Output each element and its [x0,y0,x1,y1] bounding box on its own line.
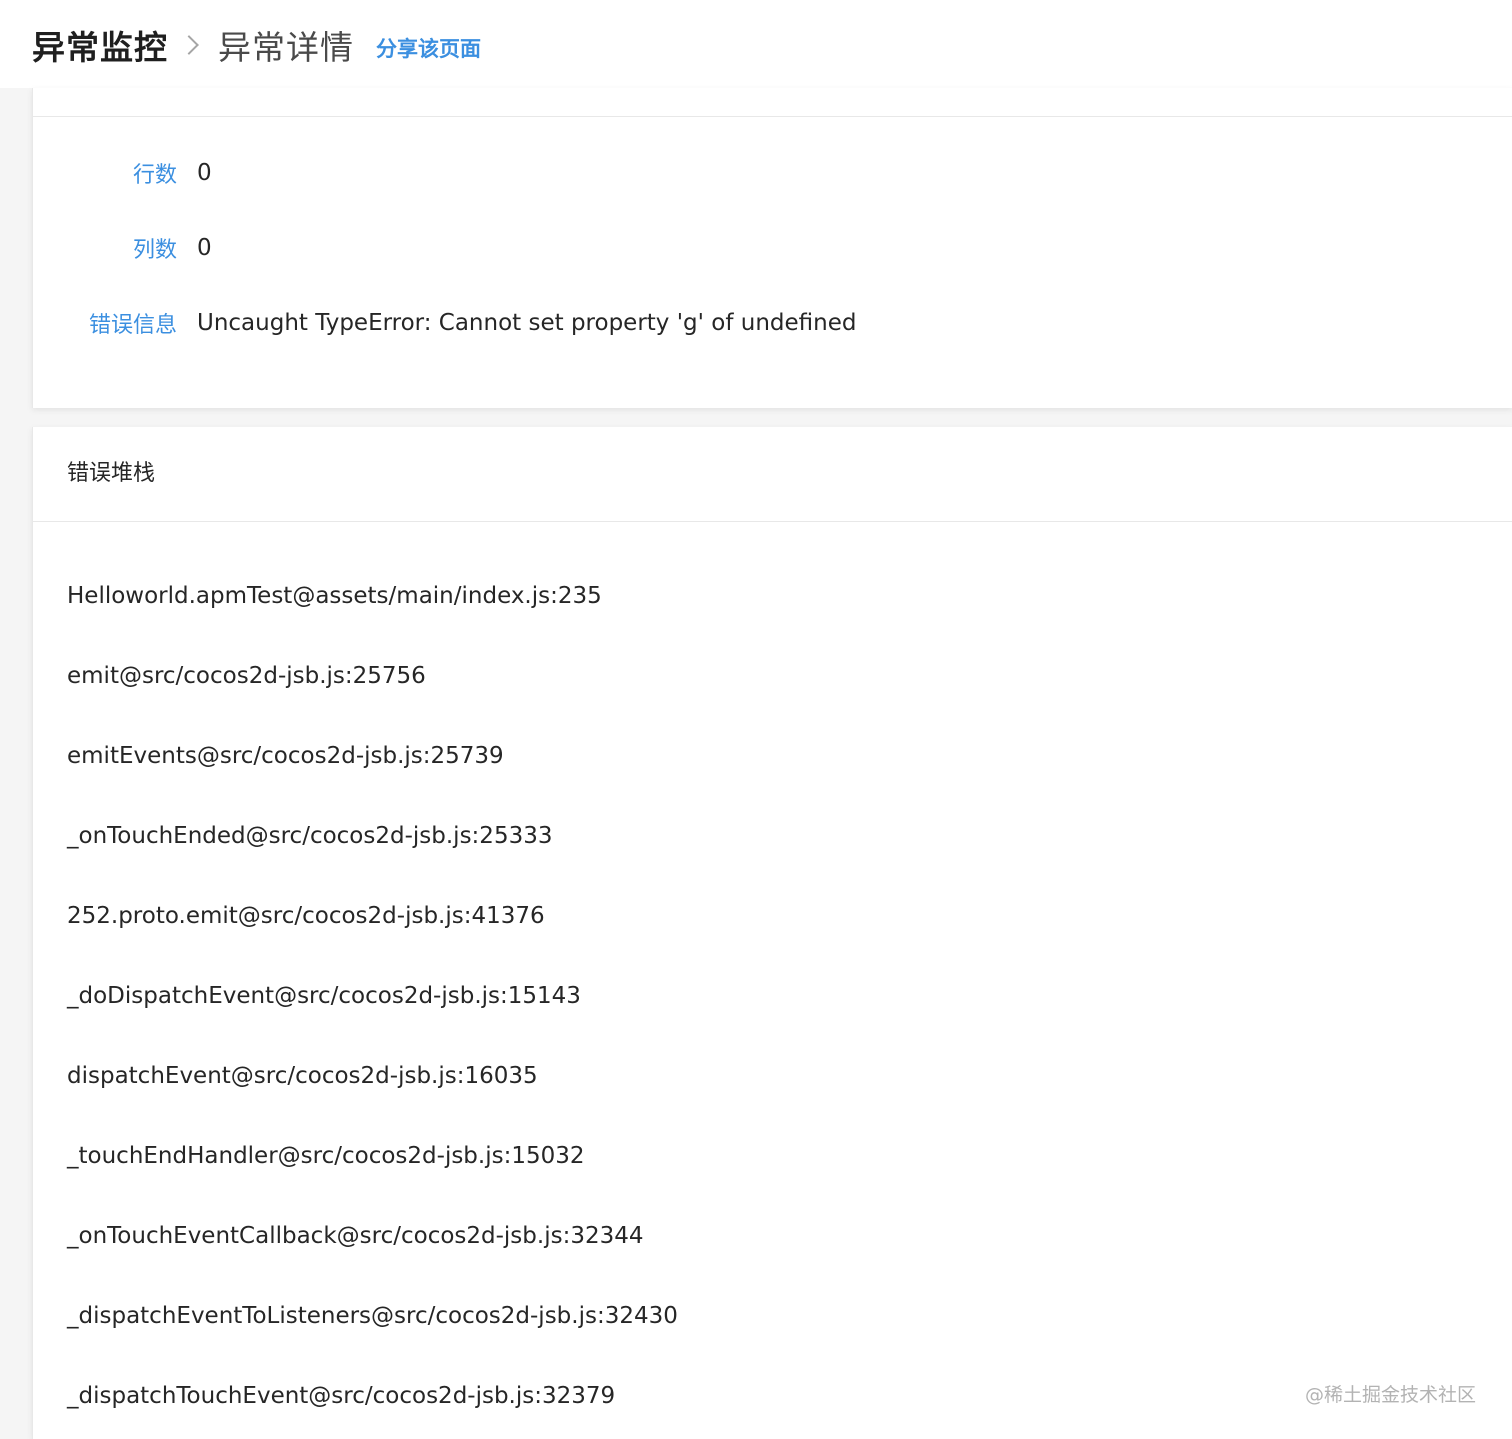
field-row-column: 列数 0 [33,228,212,268]
breadcrumb: 异常监控 异常详情 分享该页面 [32,20,481,70]
stack-trace-line: _dispatchEventToListeners@src/cocos2d-js… [67,1303,678,1329]
page-header: 异常监控 异常详情 分享该页面 [0,0,1512,88]
stack-trace-line: emitEvents@src/cocos2d-jsb.js:25739 [67,743,504,769]
stack-trace-line: emit@src/cocos2d-jsb.js:25756 [67,663,426,689]
error-stack-card: 错误堆栈 Helloworld.apmTest@assets/main/inde… [32,427,1512,1439]
stack-trace-line: _dispatchTouchEvent@src/cocos2d-jsb.js:3… [67,1383,616,1409]
error-info-card: 行数 0 列数 0 错误信息 Uncaught TypeError: Canno… [32,88,1512,408]
field-value: 0 [197,235,212,261]
field-row-error-message: 错误信息 Uncaught TypeError: Cannot set prop… [33,303,857,343]
field-value: 0 [197,160,212,186]
stack-trace-line: _touchEndHandler@src/cocos2d-jsb.js:1503… [67,1143,585,1169]
divider [33,521,1512,522]
chevron-right-icon [179,35,199,55]
share-page-link[interactable]: 分享该页面 [376,33,481,63]
breadcrumb-current: 异常详情 [218,28,354,67]
stack-trace-line: _onTouchEventCallback@src/cocos2d-jsb.js… [67,1223,644,1249]
field-value: Uncaught TypeError: Cannot set property … [197,310,857,336]
stack-trace-list: Helloworld.apmTest@assets/main/index.js:… [67,577,678,1439]
page: 异常监控 异常详情 分享该页面 行数 0 列数 0 错误信息 Uncaught … [0,0,1512,1439]
stack-trace-line: dispatchEvent@src/cocos2d-jsb.js:16035 [67,1063,538,1089]
breadcrumb-root[interactable]: 异常监控 [32,21,168,69]
field-label: 列数 [132,238,177,263]
field-label: 行数 [132,163,177,188]
card-title: 错误堆栈 [67,461,156,486]
stack-trace-line: 252.proto.emit@src/cocos2d-jsb.js:41376 [67,903,545,929]
field-row-line: 行数 0 [33,153,212,193]
stack-trace-line: Helloworld.apmTest@assets/main/index.js:… [67,583,602,609]
watermark: @稀土掘金技术社区 [1304,1384,1476,1406]
divider [33,116,1512,117]
stack-trace-line: _doDispatchEvent@src/cocos2d-jsb.js:1514… [67,983,581,1009]
stack-trace-line: _onTouchEnded@src/cocos2d-jsb.js:25333 [67,823,553,849]
field-label: 错误信息 [88,313,177,338]
